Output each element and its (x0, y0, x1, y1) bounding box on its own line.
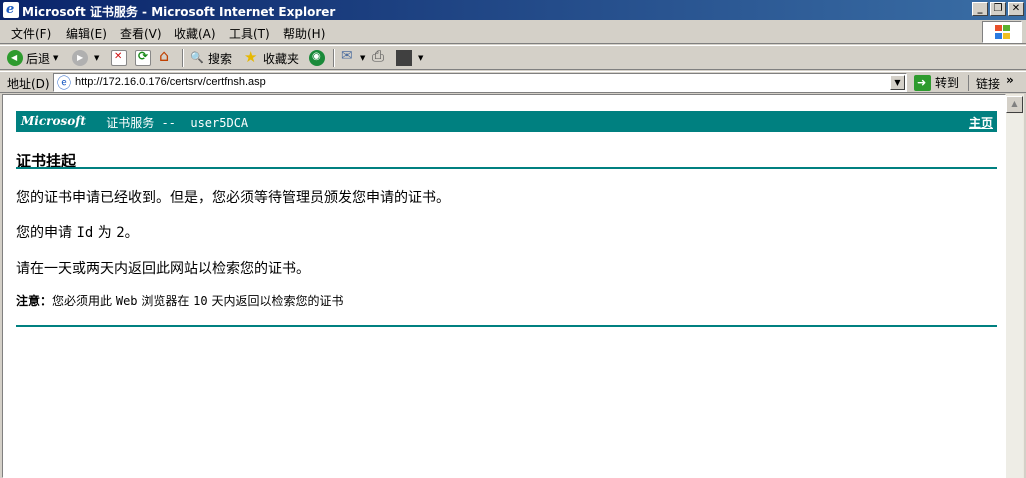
forward-button[interactable]: ▼ (72, 49, 99, 67)
edit-icon (396, 50, 412, 66)
request-id-mid: 为 (93, 225, 117, 241)
search-icon (189, 50, 205, 66)
links-button[interactable]: 链接 (968, 75, 1000, 91)
mail-button[interactable]: ▼ (341, 48, 365, 67)
window-controls: _ ❐ ✕ (972, 2, 1024, 16)
maximize-button[interactable]: ❐ (990, 2, 1006, 16)
request-id-text: 您的申请 Id 为 2。 (16, 222, 139, 242)
address-url[interactable]: http://172.16.0.176/certsrv/certfnsh.asp (75, 76, 266, 88)
windows-logo-throbber (982, 21, 1022, 43)
refresh-button[interactable] (135, 49, 154, 67)
title-bar: e Microsoft 证书服务 - Microsoft Internet Ex… (0, 0, 1026, 20)
scroll-up-arrow-icon[interactable]: ▲ (1006, 96, 1023, 113)
home-icon (159, 46, 175, 66)
request-id-label: Id (76, 225, 94, 241)
menu-view[interactable]: 查看(V) (120, 25, 162, 42)
media-button[interactable] (309, 49, 328, 67)
star-icon (244, 48, 260, 66)
search-label: 搜索 (208, 51, 233, 66)
favorites-button[interactable]: 收藏夹 (244, 48, 300, 67)
ie-icon: e (3, 2, 19, 18)
microsoft-brand: Microsoft (21, 114, 86, 128)
edit-dropdown-icon[interactable]: ▼ (418, 54, 423, 62)
search-button[interactable]: 搜索 (189, 49, 232, 67)
go-button[interactable]: 转到 (914, 74, 959, 91)
menu-file[interactable]: 文件(F) (11, 25, 51, 42)
request-id-prefix: 您的申请 (16, 225, 77, 241)
request-received-text: 您的证书申请已经收到。但是，您必须等待管理员颁发您申请的证书。 (16, 190, 450, 206)
back-dropdown-icon[interactable]: ▼ (53, 54, 58, 62)
edit-button[interactable]: ▼ (396, 49, 423, 67)
menu-tools[interactable]: 工具(T) (229, 25, 270, 42)
close-button[interactable]: ✕ (1008, 2, 1024, 16)
address-label: 地址(D) (7, 77, 50, 91)
note-days: 10 (193, 294, 208, 308)
stop-button[interactable] (111, 49, 130, 67)
note-part2: 浏览器在 (137, 294, 194, 308)
back-arrow-icon (7, 50, 23, 66)
vertical-scrollbar[interactable]: ▲ (1006, 94, 1024, 478)
request-id-suffix: 。 (124, 225, 139, 241)
menu-edit[interactable]: 编辑(E) (66, 25, 107, 42)
print-button[interactable] (372, 47, 391, 67)
home-button[interactable] (159, 46, 178, 67)
address-input[interactable]: http://172.16.0.176/certsrv/certfnsh.asp… (53, 73, 907, 93)
minimize-button[interactable]: _ (972, 2, 988, 16)
mail-dropdown-icon[interactable]: ▼ (360, 54, 365, 62)
service-banner: Microsoft 证书服务 -- user5DCA 主页 (16, 111, 997, 132)
service-title: 证书服务 -- user5DCA (99, 116, 249, 130)
forward-dropdown-icon[interactable]: ▼ (94, 54, 99, 62)
address-bar: 地址(D) http://172.16.0.176/certsrv/certfn… (0, 71, 1026, 93)
print-icon (372, 47, 388, 66)
links-chevron-icon[interactable]: » (1006, 73, 1014, 87)
note-web: Web (115, 294, 138, 308)
back-label: 后退 (26, 51, 51, 66)
go-label: 转到 (935, 76, 960, 90)
menu-favorites[interactable]: 收藏(A) (174, 25, 216, 42)
page-ie-icon (57, 73, 72, 93)
forward-arrow-icon (72, 50, 88, 66)
windows-flag-icon (995, 25, 1011, 40)
note-part1: 您必须用此 (52, 294, 116, 308)
mail-icon (341, 48, 357, 66)
back-button[interactable]: 后退 ▼ (7, 49, 58, 67)
go-arrow-icon (914, 74, 931, 91)
favorites-label: 收藏夹 (263, 51, 300, 66)
footer-divider (16, 325, 997, 327)
return-instruction-text: 请在一天或两天内返回此网站以检索您的证书。 (16, 261, 310, 277)
window-title: Microsoft 证书服务 - Microsoft Internet Expl… (22, 5, 336, 19)
menu-help[interactable]: 帮助(H) (283, 25, 325, 42)
note-text: 注意：您必须用此 Web 浏览器在 10 天内返回以检索您的证书 (16, 292, 343, 309)
heading-divider (16, 167, 997, 169)
stop-icon (111, 50, 127, 66)
note-label: 注意： (16, 294, 53, 308)
home-link[interactable]: 主页 (969, 114, 993, 131)
menu-bar: 文件(F) 编辑(E) 查看(V) 收藏(A) 工具(T) 帮助(H) (0, 20, 1026, 44)
toolbar-separator (182, 49, 184, 67)
request-id-value: 2 (116, 225, 125, 241)
toolbar-separator (333, 49, 335, 67)
page-viewport: Microsoft 证书服务 -- user5DCA 主页 证书挂起 您的证书申… (2, 94, 1006, 478)
address-dropdown-button[interactable]: ▼ (890, 75, 905, 90)
refresh-icon (135, 49, 151, 66)
standard-toolbar: 后退 ▼ ▼ 搜索 收藏夹 ▼ ▼ (0, 45, 1026, 70)
note-part3: 天内返回以检索您的证书 (207, 294, 344, 308)
media-icon (309, 50, 325, 66)
scroll-track[interactable] (1006, 114, 1023, 478)
